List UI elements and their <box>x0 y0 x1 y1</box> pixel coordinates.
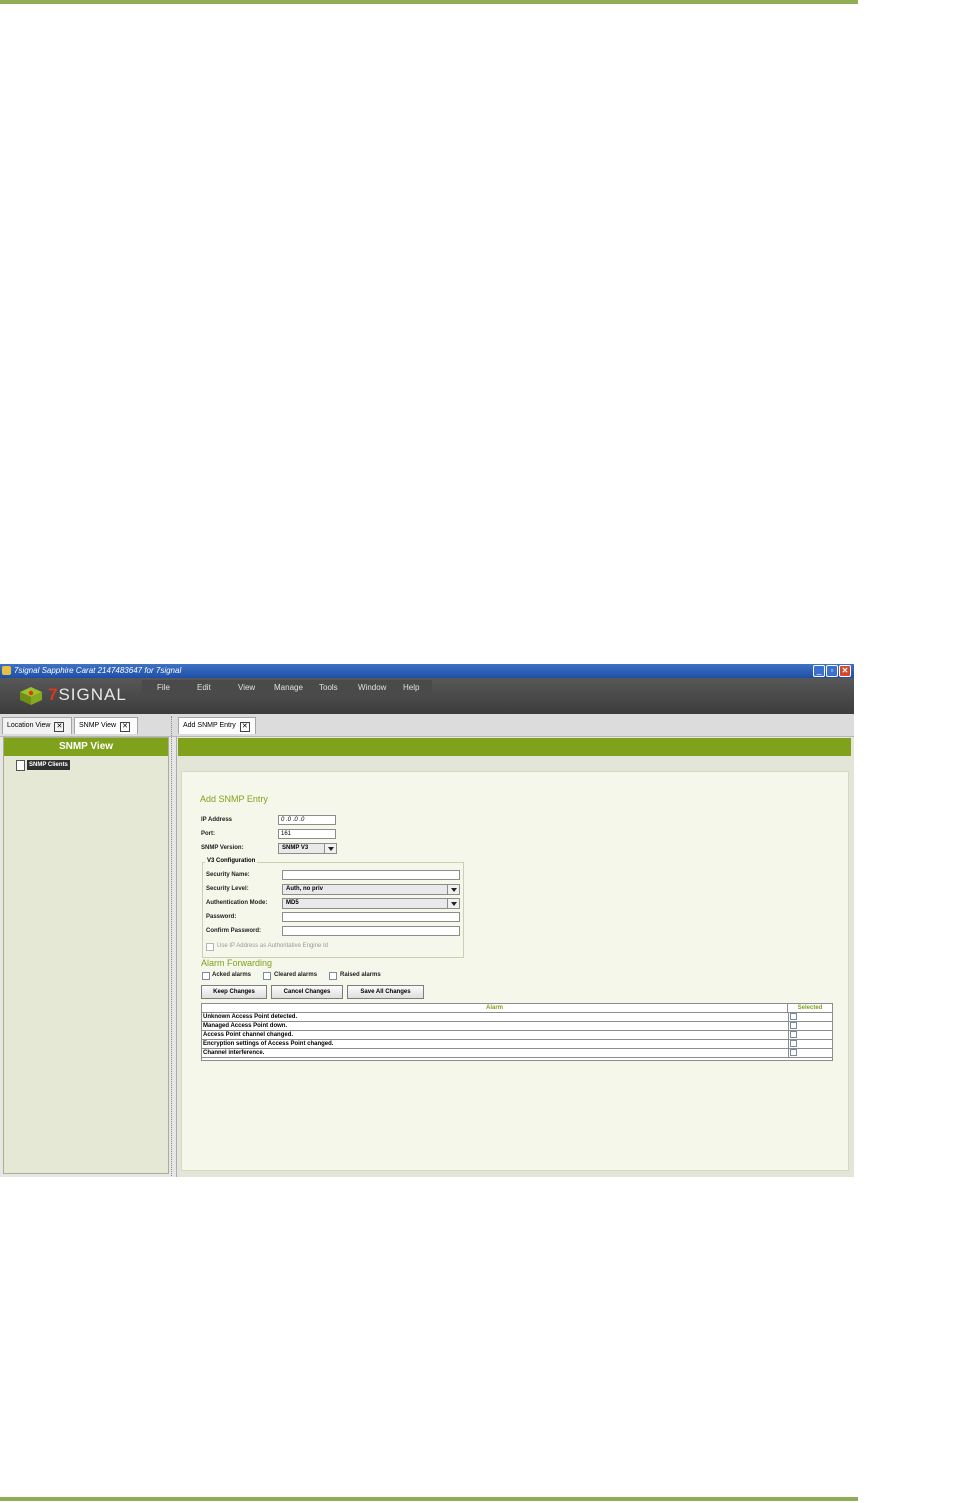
table-row[interactable]: Channel interference. <box>202 1049 832 1058</box>
alarm-forwarding-title: Alarm Forwarding <box>201 958 273 968</box>
add-snmp-entry-pane: Add SNMP Entry IP Address 0 .0 .0 .0 Por… <box>176 737 854 1177</box>
acked-alarms-label: Acked alarms <box>212 972 252 978</box>
bottom-page-rule <box>0 1497 858 1501</box>
menu-file[interactable]: File <box>157 680 170 695</box>
cleared-alarms-label: Cleared alarms <box>274 972 318 978</box>
tab-strip: Location View ✕ SNMP View ✕ Add SNMP Entry… <box>0 714 854 737</box>
menu-tools[interactable]: Tools <box>319 680 338 695</box>
keep-changes-button[interactable]: Keep Changes <box>201 985 267 999</box>
alarm-cell: Managed Access Point down. <box>203 1023 288 1029</box>
alarm-cell: Channel interference. <box>203 1050 265 1056</box>
raised-alarms-checkbox[interactable] <box>329 972 337 980</box>
table-row[interactable]: Access Point channel changed. <box>202 1031 832 1040</box>
row-select-checkbox[interactable] <box>790 1031 797 1038</box>
close-window-button[interactable]: ✕ <box>839 665 851 677</box>
chevron-down-icon <box>324 844 336 853</box>
menu-window[interactable]: Window <box>358 680 386 695</box>
entry-header-bar <box>178 738 851 756</box>
tab-snmp-view[interactable]: SNMP View ✕ <box>74 717 138 734</box>
confirm-password-input[interactable] <box>282 926 460 936</box>
row-select-checkbox[interactable] <box>790 1013 797 1020</box>
row-select-checkbox[interactable] <box>790 1022 797 1029</box>
app-window: 7signal Sapphire Carat 2147483647 for 7s… <box>0 664 854 1177</box>
maximize-button[interactable]: ▫ <box>826 665 838 677</box>
snmp-version-select[interactable]: SNMP V3 <box>278 843 337 854</box>
tree-node-snmp-clients[interactable]: SNMP Clients <box>16 760 70 771</box>
password-input[interactable] <box>282 912 460 922</box>
snmp-version-label: SNMP Version: <box>201 845 244 851</box>
alarm-cell: Access Point channel changed. <box>203 1032 294 1038</box>
selected-cell <box>788 1022 833 1030</box>
tab-location-view[interactable]: Location View ✕ <box>2 717 72 734</box>
menu-help[interactable]: Help <box>403 680 419 695</box>
tab-close-icon[interactable]: ✕ <box>120 722 131 732</box>
snmp-view-pane: SNMP View SNMP Clients <box>3 737 169 1174</box>
minimize-button[interactable]: _ <box>813 665 825 677</box>
security-name-input[interactable] <box>282 870 460 880</box>
security-name-label: Security Name: <box>206 872 250 878</box>
form-title: Add SNMP Entry <box>200 794 268 804</box>
use-ip-engine-id-label: Use IP Address as Authoritative Engine I… <box>217 943 328 949</box>
alarm-column-header[interactable]: Alarm <box>202 1004 788 1013</box>
selected-cell <box>788 1013 833 1021</box>
password-label: Password: <box>206 914 237 920</box>
table-row[interactable]: Managed Access Point down. <box>202 1022 832 1031</box>
row-select-checkbox[interactable] <box>790 1040 797 1047</box>
menu-manage[interactable]: Manage <box>274 680 303 695</box>
tab-close-icon[interactable]: ✕ <box>54 722 65 732</box>
selected-cell <box>788 1040 833 1048</box>
cleared-alarms-checkbox[interactable] <box>263 972 271 980</box>
add-snmp-form: Add SNMP Entry IP Address 0 .0 .0 .0 Por… <box>181 771 849 1171</box>
selected-cell <box>788 1031 833 1039</box>
v3-config-legend: V3 Configuration <box>205 858 258 864</box>
alarm-cell: Encryption settings of Access Point chan… <box>203 1041 334 1047</box>
menu-edit[interactable]: Edit <box>197 680 211 695</box>
title-bar: 7signal Sapphire Carat 2147483647 for 7s… <box>0 664 854 678</box>
acked-alarms-checkbox[interactable] <box>202 972 210 980</box>
cancel-changes-button[interactable]: Cancel Changes <box>271 985 343 999</box>
row-select-checkbox[interactable] <box>790 1049 797 1056</box>
logo-cube-icon <box>20 687 42 705</box>
alarm-table: Alarm Selected Unknown Access Point dete… <box>201 1003 833 1061</box>
tab-add-snmp-entry[interactable]: Add SNMP Entry ✕ <box>178 717 256 734</box>
table-row[interactable]: Unknown Access Point detected. <box>202 1013 832 1022</box>
security-level-select[interactable]: Auth, no priv <box>282 884 460 895</box>
document-icon <box>16 760 25 771</box>
logo-wordmark: 7SIGNAL <box>48 685 127 704</box>
alarm-cell: Unknown Access Point detected. <box>203 1014 298 1020</box>
security-level-label: Security Level: <box>206 886 249 892</box>
table-row[interactable]: Encryption settings of Access Point chan… <box>202 1040 832 1049</box>
brand-logo: 7SIGNAL <box>14 682 154 710</box>
top-page-rule <box>0 0 858 4</box>
use-ip-engine-id-checkbox[interactable] <box>206 943 214 951</box>
tab-close-icon[interactable]: ✕ <box>239 722 250 732</box>
port-label: Port: <box>201 831 215 837</box>
selected-column-header[interactable]: Selected <box>788 1004 832 1013</box>
raised-alarms-label: Raised alarms <box>340 972 381 978</box>
menu-bar: File Edit View Manage Tools Window Help <box>142 680 432 695</box>
auth-mode-label: Authentication Mode: <box>206 900 268 906</box>
confirm-password-label: Confirm Password: <box>206 928 262 934</box>
selected-cell <box>788 1049 833 1057</box>
app-header: 7SIGNAL File Edit View Manage Tools Wind… <box>0 678 854 714</box>
ip-address-input[interactable]: 0 .0 .0 .0 <box>278 815 336 825</box>
snmp-view-header: SNMP View <box>4 738 168 756</box>
port-input[interactable]: 161 <box>278 829 336 839</box>
app-icon <box>2 666 11 675</box>
chevron-down-icon <box>447 899 459 908</box>
window-title: 7signal Sapphire Carat 2147483647 for 7s… <box>14 666 182 675</box>
chevron-down-icon <box>447 885 459 894</box>
auth-mode-select[interactable]: MD5 <box>282 898 460 909</box>
save-all-changes-button[interactable]: Save All Changes <box>347 985 424 999</box>
ip-address-label: IP Address <box>201 817 233 823</box>
menu-view[interactable]: View <box>238 680 255 695</box>
